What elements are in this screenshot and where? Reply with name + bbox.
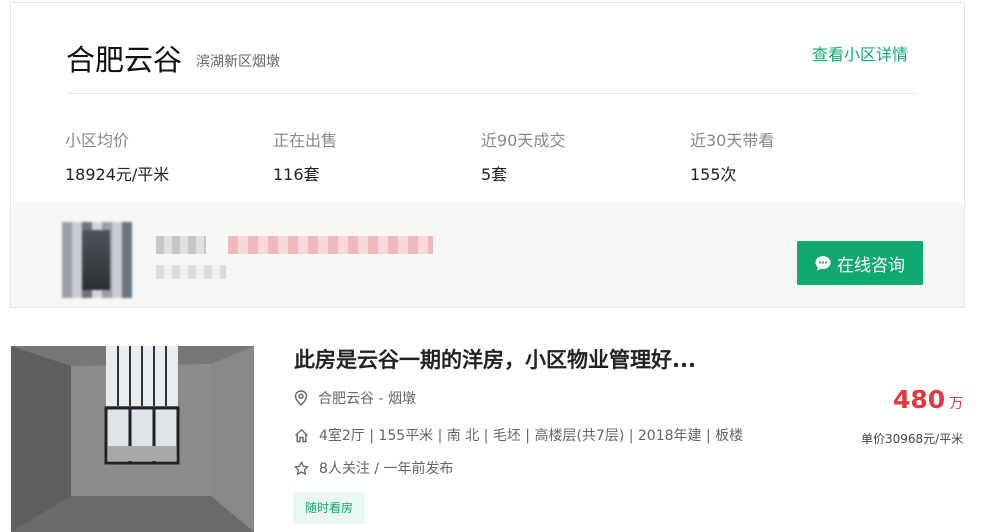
stat-on-sale: 正在出售 116套 <box>273 127 473 185</box>
agent-avatar[interactable] <box>62 222 132 298</box>
stat-label: 小区均价 <box>65 131 130 150</box>
agent-meta-redacted <box>228 236 433 254</box>
online-consult-button[interactable]: 在线咨询 <box>797 241 923 285</box>
listing-title-link[interactable]: 此房是云谷一期的洋房，小区物业管理好... <box>294 344 696 374</box>
community-card: 合肥云谷 滨湖新区烟墩 查看小区详情 小区均价 18924元/平米 正在出售 1… <box>10 2 965 308</box>
unit-price: 单价30968元/平米 <box>861 432 964 446</box>
listing-photo[interactable] <box>11 346 254 532</box>
stat-value: 18924元/平米 <box>65 165 170 184</box>
star-icon <box>294 461 309 475</box>
community-name: 合肥云谷 <box>66 43 183 77</box>
listing-location[interactable]: 合肥云谷 - 烟墩 <box>318 388 416 408</box>
stat-label: 近30天带看 <box>690 131 775 150</box>
agent-subtitle-redacted <box>156 265 226 279</box>
location-pin-icon <box>294 390 308 406</box>
stat-deals-90-days: 近90天成交 5套 <box>481 127 681 185</box>
agent-name-redacted <box>156 236 206 254</box>
stat-value: 116套 <box>273 165 320 184</box>
total-price: 480 万 <box>893 385 963 414</box>
listing-house-info: 4室2厅 | 155平米 | 南 北 | 毛坯 | 高楼层(共7层) | 201… <box>319 428 744 444</box>
stat-value: 155次 <box>690 165 737 184</box>
stat-viewings-30-days: 近30天带看 155次 <box>690 127 890 185</box>
listing-follow-info: 8人关注 / 一年前发布 <box>319 461 454 477</box>
view-community-detail-link[interactable]: 查看小区详情 <box>812 41 908 65</box>
chat-bubble-icon <box>815 256 831 271</box>
stat-label: 正在出售 <box>273 131 338 150</box>
listing-info-row: 4室2厅 | 155平米 | 南 北 | 毛坯 | 高楼层(共7层) | 201… <box>294 425 743 445</box>
listing-follow-row: 8人关注 / 一年前发布 <box>294 458 454 478</box>
online-consult-label: 在线咨询 <box>837 255 905 276</box>
listing-location-row: 合肥云谷 - 烟墩 <box>294 388 416 408</box>
total-price-unit: 万 <box>949 396 964 412</box>
agent-bar: 在线咨询 <box>11 203 964 307</box>
stat-value: 5套 <box>481 165 508 184</box>
empty-room-photo <box>11 346 254 532</box>
house-icon <box>295 428 308 442</box>
stat-label: 近90天成交 <box>481 131 566 150</box>
divider <box>66 93 915 94</box>
community-district: 滨湖新区烟墩 <box>196 54 280 70</box>
stat-avg-price: 小区均价 18924元/平米 <box>65 127 265 185</box>
viewing-anytime-tag: 随时看房 <box>293 492 366 524</box>
total-price-value: 480 <box>893 385 946 414</box>
